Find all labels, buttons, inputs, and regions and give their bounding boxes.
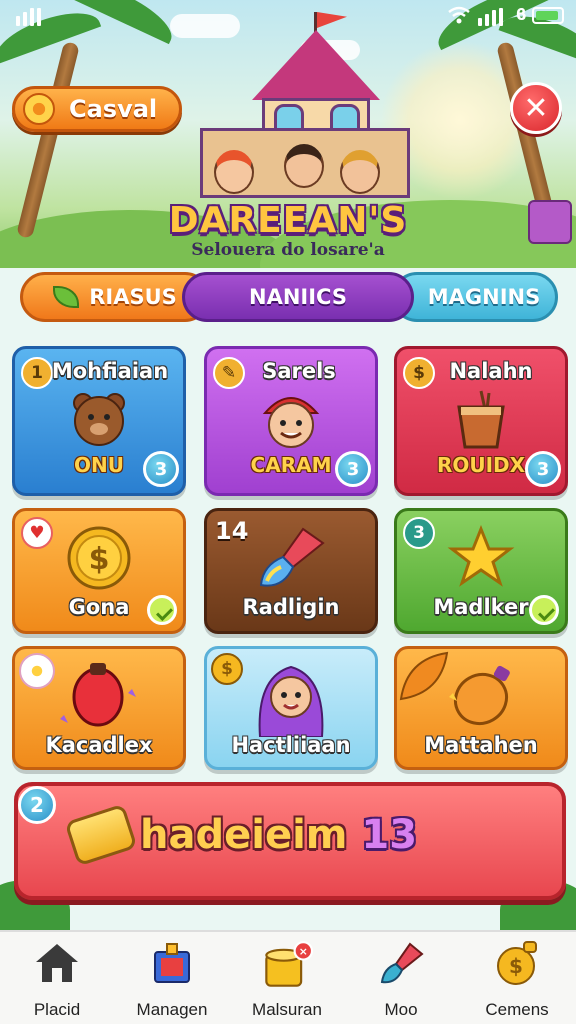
drink-cup-icon xyxy=(457,390,505,449)
card-nalahn[interactable]: $ Nalahn ROUIDX 3 xyxy=(394,346,568,496)
level-badge: 3 xyxy=(143,451,179,487)
heart-icon: ♥ xyxy=(21,517,53,549)
battery-icon xyxy=(532,7,564,24)
nav-item-placid[interactable]: Placid xyxy=(2,940,112,1020)
nav-item-malsuran[interactable]: × Malsuran xyxy=(232,940,342,1020)
category-tabs: RIASUS NANIICS MAGNINS xyxy=(20,272,558,322)
banner-text: hadeieim xyxy=(140,812,348,858)
count-badge: 3 xyxy=(403,517,435,549)
svg-text:$: $ xyxy=(509,954,523,978)
status-bar: ϐ xyxy=(0,0,576,34)
card-title: Hactliiaan xyxy=(231,733,351,757)
character-red-hair-icon xyxy=(214,150,254,194)
gift-box-icon xyxy=(154,943,190,983)
card-title: Nalahn xyxy=(449,359,533,383)
tab-label: NANIICS xyxy=(249,285,347,309)
card-hactliiaan[interactable]: $ Hactliiaan xyxy=(204,646,378,770)
home-icon xyxy=(36,944,78,982)
nav-label: Managen xyxy=(136,1000,208,1019)
level-badge: 3 xyxy=(525,451,561,487)
treasure-pot-icon: × xyxy=(265,941,314,987)
red-gem-icon xyxy=(60,663,136,727)
close-button[interactable]: ✕ xyxy=(510,82,562,134)
character-blonde-hair-icon xyxy=(340,150,380,194)
card-gona[interactable]: ♥ $ Gona xyxy=(12,508,186,634)
card-title: Mattahen xyxy=(424,733,538,757)
level-badge: 3 xyxy=(335,451,371,487)
close-icon: ✕ xyxy=(523,90,549,126)
bottom-navigation: Placid Managen × Malsuran Moo $ Cemens xyxy=(0,930,576,1024)
cellular-signal-icon xyxy=(478,8,503,26)
paint-brush-icon xyxy=(259,527,325,587)
bear-face-icon xyxy=(73,393,125,446)
leaf-icon xyxy=(53,286,80,308)
nav-label: Placid xyxy=(33,1000,81,1019)
flower-icon xyxy=(19,653,55,689)
nav-item-managen[interactable]: Managen xyxy=(117,940,227,1020)
tab-label: MAGNINS xyxy=(427,285,541,309)
mode-selector-button[interactable]: Casval xyxy=(12,86,182,132)
coin-bag-icon: $ xyxy=(497,941,537,985)
check-icon xyxy=(529,595,559,625)
card-title: Sarels xyxy=(262,359,336,383)
bluetooth-icon: ϐ xyxy=(516,5,527,24)
game-subtitle: Selouera do losare'a xyxy=(191,240,385,260)
palm-tree-icon xyxy=(16,41,80,239)
card-title: Radligin xyxy=(242,595,340,619)
card-madlker[interactable]: 3 Madlker xyxy=(394,508,568,634)
count-badge: 14 xyxy=(215,517,249,545)
nav-item-moo[interactable]: Moo xyxy=(346,940,456,1020)
card-title: Kacadlex xyxy=(45,733,153,757)
star-icon xyxy=(447,525,515,587)
mode-label: Casval xyxy=(69,95,158,123)
card-mohfiaian[interactable]: 1 Mohfiaian ONU 3 xyxy=(12,346,186,496)
coin-badge-icon: $ xyxy=(211,653,243,685)
tab-label: RIASUS xyxy=(89,285,177,309)
character-red-cap-icon xyxy=(262,397,320,448)
wifi-icon xyxy=(448,6,470,24)
card-kacadlex[interactable]: Kacadlex xyxy=(12,646,186,770)
castle-roof xyxy=(252,30,380,100)
tab-naniics[interactable]: NANIICS xyxy=(182,272,414,322)
banner-number: 13 xyxy=(361,812,418,858)
svg-text:$: $ xyxy=(89,542,110,577)
hero-scene: DAREEAN'S Selouera do losare'a xyxy=(0,0,576,268)
signal-icon xyxy=(16,8,41,26)
tab-magnins[interactable]: MAGNINS xyxy=(392,272,558,322)
game-title: DAREEAN'S xyxy=(168,200,408,241)
card-title: Mohfiaian xyxy=(51,359,169,383)
svg-text:×: × xyxy=(299,945,308,958)
paint-brush-icon xyxy=(380,942,424,984)
card-sarels[interactable]: ✎ Sarels CARAM 3 xyxy=(204,346,378,496)
card-radligin[interactable]: 14 Radligin xyxy=(204,508,378,634)
nav-label: Malsuran xyxy=(252,1000,322,1019)
banner-label: hadeieim 13 xyxy=(140,812,417,858)
nav-label: Moo xyxy=(384,1000,418,1019)
orange-gem-icon xyxy=(449,665,510,726)
nav-item-cemens[interactable]: $ Cemens xyxy=(462,940,572,1020)
banner-badge: 2 xyxy=(18,786,56,824)
nav-label: Cemens xyxy=(485,1000,549,1019)
card-mattahen[interactable]: Mattahen xyxy=(394,646,568,770)
character-dark-hair-icon xyxy=(284,144,324,188)
purple-hair-character-icon xyxy=(258,665,324,737)
vehicle-icon xyxy=(528,200,572,244)
check-icon xyxy=(147,595,177,625)
flower-icon xyxy=(23,93,55,125)
coin-icon: $ xyxy=(67,526,131,590)
